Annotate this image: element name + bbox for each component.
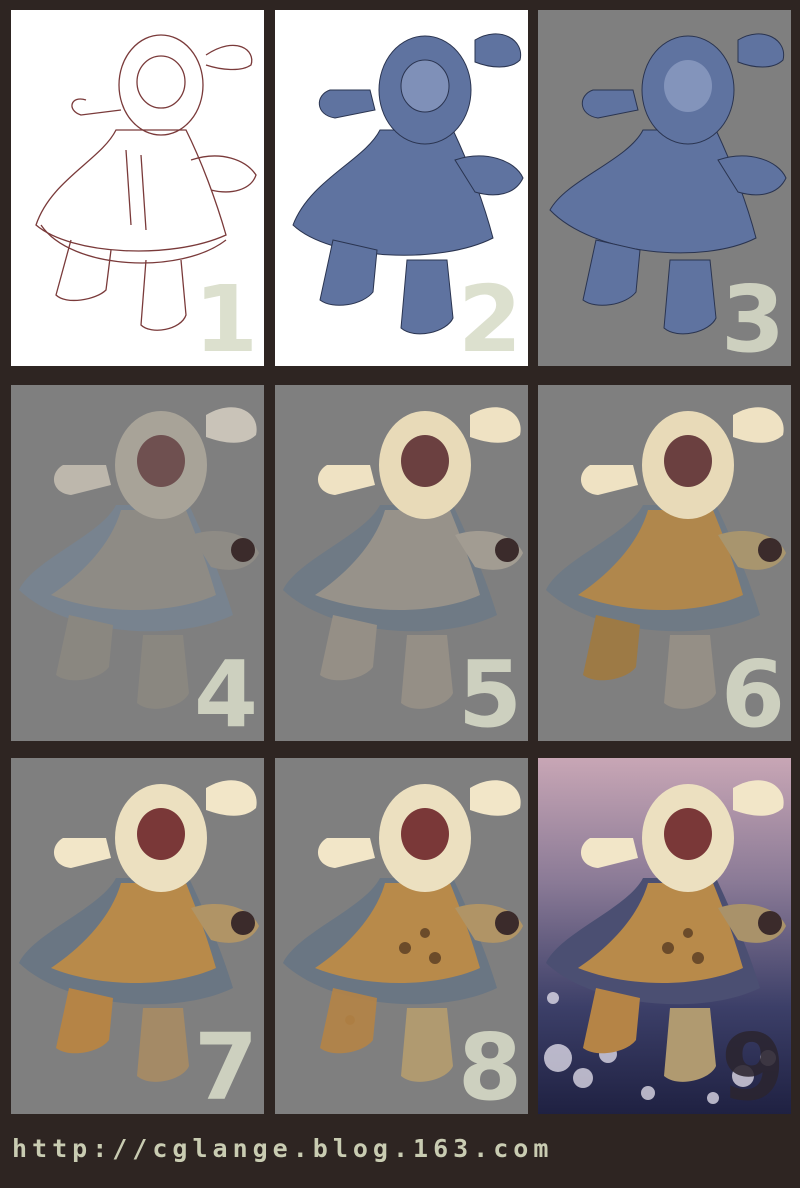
blog-url: http://cglange.blog.163.com: [12, 1134, 554, 1163]
step-number: 2: [457, 266, 522, 366]
step-number: 1: [193, 266, 258, 366]
step-number: 4: [193, 641, 258, 741]
panel-step-8: 8: [275, 758, 528, 1114]
step-number: 6: [720, 641, 785, 741]
step-number: 5: [457, 641, 522, 741]
panel-step-9: 9: [538, 758, 791, 1114]
panel-step-2: 2: [275, 10, 528, 366]
panel-step-6: 6: [538, 385, 791, 741]
panel-step-5: 5: [275, 385, 528, 741]
panel-step-7: 7: [11, 758, 264, 1114]
panel-step-3: 3: [538, 10, 791, 366]
step-number: 3: [720, 266, 785, 366]
panel-step-1: 1: [11, 10, 264, 366]
step-number: 8: [457, 1014, 522, 1114]
panel-step-4: 4: [11, 385, 264, 741]
step-number: 7: [193, 1014, 258, 1114]
step-number: 9: [720, 1014, 785, 1114]
